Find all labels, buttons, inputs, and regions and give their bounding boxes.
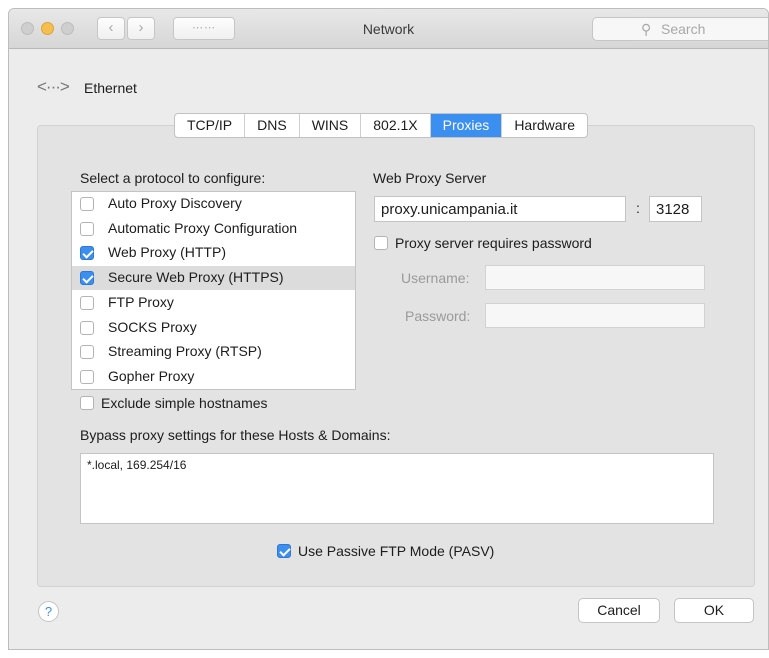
- protocol-label: Web Proxy (HTTP): [108, 244, 226, 261]
- protocol-row-socks[interactable]: SOCKS Proxy: [72, 316, 355, 340]
- interface-name: Ethernet: [84, 80, 137, 96]
- proxy-server-heading: Web Proxy Server: [373, 170, 487, 186]
- checkbox[interactable]: [80, 295, 94, 310]
- protocol-label: Secure Web Proxy (HTTPS): [108, 269, 284, 286]
- checkbox[interactable]: [80, 320, 94, 335]
- protocol-row-rtsp[interactable]: Streaming Proxy (RTSP): [72, 340, 355, 364]
- bypass-textarea[interactable]: *.local, 169.254/16: [80, 453, 714, 524]
- protocol-label: Automatic Proxy Configuration: [108, 219, 298, 236]
- requires-password-label: Proxy server requires password: [395, 235, 592, 251]
- search-icon: ⚲: [641, 21, 652, 37]
- password-field[interactable]: [485, 303, 705, 328]
- port-separator: :: [636, 200, 640, 216]
- proxy-port-field[interactable]: 3128: [649, 196, 702, 222]
- protocol-label: FTP Proxy: [108, 293, 174, 310]
- proxy-host-field[interactable]: proxy.unicampania.it: [374, 196, 626, 222]
- tab-dns[interactable]: DNS: [245, 114, 300, 137]
- bypass-heading: Bypass proxy settings for these Hosts & …: [80, 427, 391, 443]
- username-label: Username:: [401, 270, 470, 286]
- tab-wins[interactable]: WINS: [300, 114, 362, 137]
- title-bar: ‹ › ⋯⋯ Network ⚲ Search: [9, 9, 768, 49]
- checkbox[interactable]: [80, 345, 94, 360]
- protocol-row-auto-discovery[interactable]: Auto Proxy Discovery: [72, 192, 355, 216]
- checkbox[interactable]: [80, 369, 94, 384]
- help-icon: ?: [44, 604, 53, 619]
- protocol-row-gopher[interactable]: Gopher Proxy: [72, 365, 355, 389]
- protocol-row-http[interactable]: Web Proxy (HTTP): [72, 241, 355, 265]
- help-button[interactable]: ?: [38, 601, 59, 622]
- tab-proxies[interactable]: Proxies: [430, 114, 503, 137]
- protocol-row-ftp[interactable]: FTP Proxy: [72, 291, 355, 315]
- requires-password-checkbox[interactable]: [374, 236, 388, 250]
- exclude-simple-label: Exclude simple hostnames: [101, 395, 268, 411]
- protocol-label: Streaming Proxy (RTSP): [108, 343, 262, 360]
- checkbox[interactable]: [80, 246, 94, 261]
- tab-8021x[interactable]: 802.1X: [361, 114, 431, 137]
- username-field[interactable]: [485, 265, 705, 290]
- checkbox[interactable]: [80, 271, 94, 286]
- passive-ftp-checkbox[interactable]: [277, 544, 291, 558]
- checkbox[interactable]: [80, 197, 94, 211]
- exclude-simple-checkbox[interactable]: [80, 396, 94, 410]
- ethernet-icon: <···>: [37, 77, 70, 96]
- protocol-row-https[interactable]: Secure Web Proxy (HTTPS): [72, 266, 355, 291]
- search-field[interactable]: ⚲ Search: [592, 17, 768, 41]
- tab-hardware[interactable]: Hardware: [502, 114, 587, 137]
- tab-tcpip[interactable]: TCP/IP: [175, 114, 246, 137]
- search-placeholder: Search: [661, 21, 706, 37]
- protocol-row-auto-config[interactable]: Automatic Proxy Configuration: [72, 217, 355, 241]
- protocol-label: Gopher Proxy: [108, 367, 195, 384]
- cancel-button[interactable]: Cancel: [578, 598, 660, 623]
- protocol-heading: Select a protocol to configure:: [80, 170, 266, 186]
- password-label: Password:: [405, 308, 471, 324]
- tab-bar: TCP/IP DNS WINS 802.1X Proxies Hardware: [174, 113, 589, 138]
- protocol-list: Auto Proxy Discovery Automatic Proxy Con…: [71, 191, 356, 390]
- protocol-label: SOCKS Proxy: [108, 318, 197, 335]
- checkbox[interactable]: [80, 221, 94, 236]
- passive-ftp-label: Use Passive FTP Mode (PASV): [298, 543, 495, 559]
- ok-button[interactable]: OK: [674, 598, 754, 623]
- protocol-label: Auto Proxy Discovery: [108, 195, 242, 211]
- network-window: ‹ › ⋯⋯ Network ⚲ Search <···> Ethernet T…: [8, 8, 769, 650]
